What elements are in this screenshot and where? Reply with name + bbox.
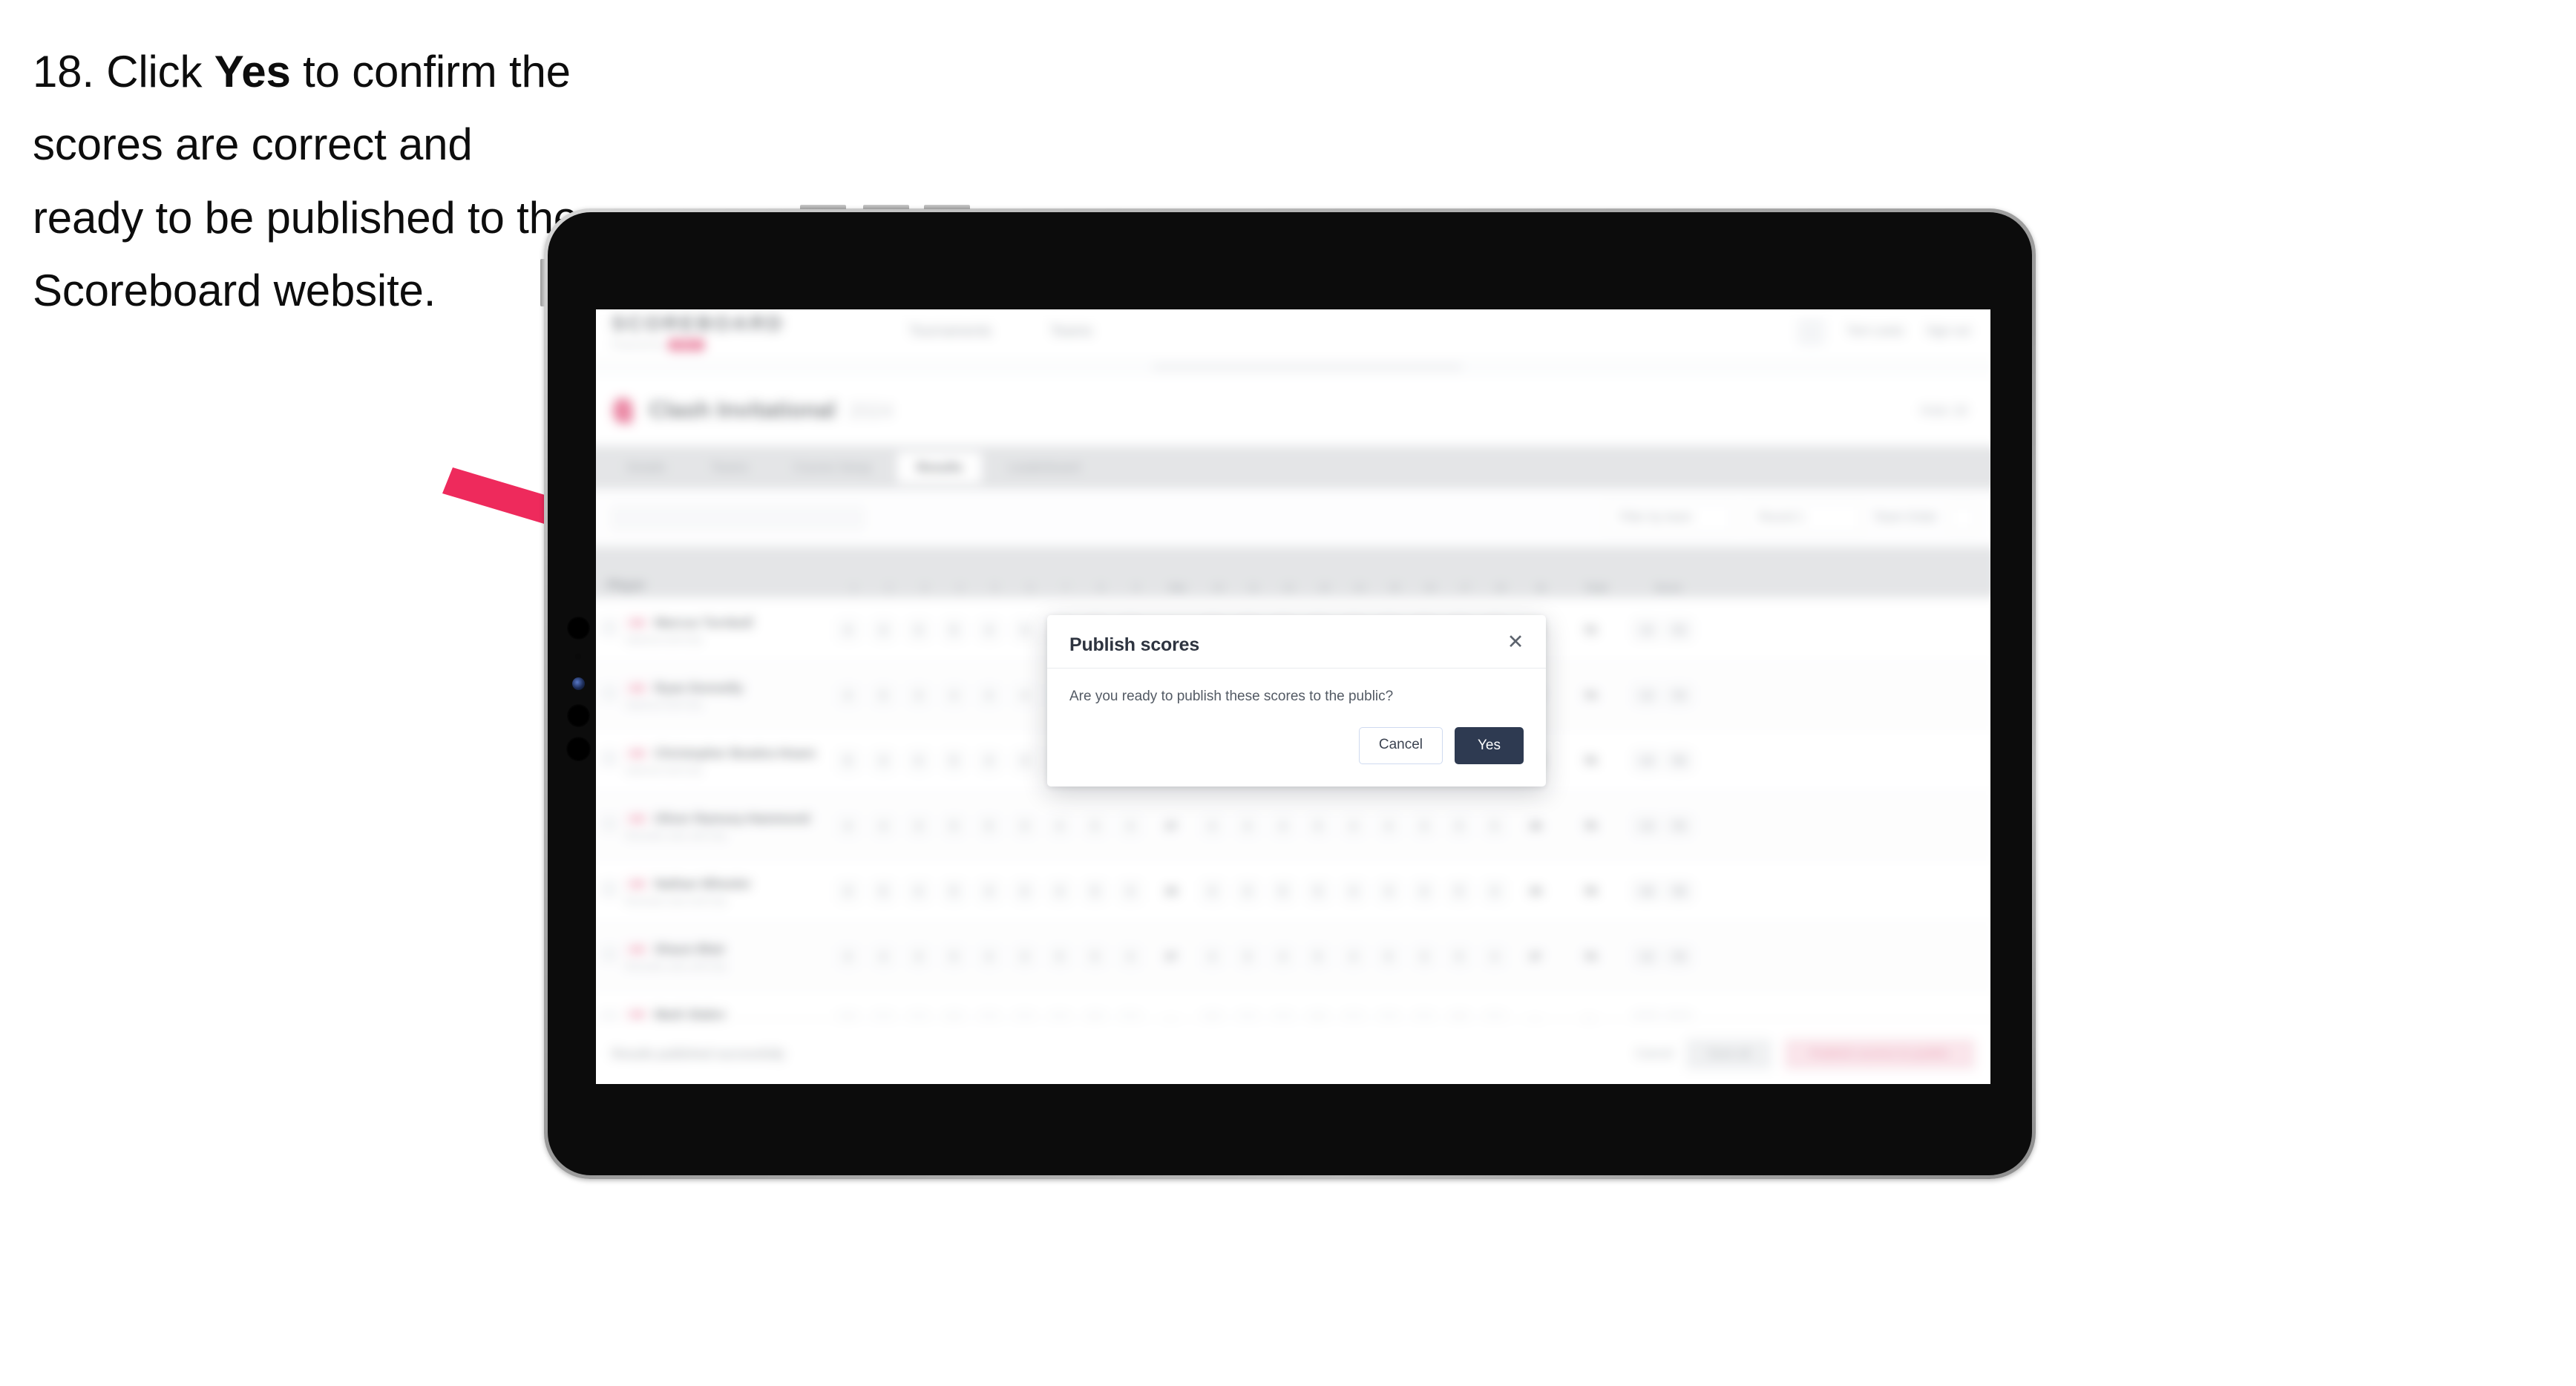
modal-layer: Publish scores ✕ Are you ready to publis… <box>596 309 1990 1084</box>
cancel-button[interactable]: Cancel <box>1358 727 1443 764</box>
camera-lens-icon <box>567 704 590 727</box>
instruction-text: 18. Click Yes to confirm the scores are … <box>33 36 582 328</box>
device-top-button-1[interactable] <box>800 205 846 209</box>
dialog-title: Publish scores <box>1069 634 1200 655</box>
step-number: 18. <box>33 47 94 96</box>
tablet-device: SCOREBOARD Powered by GOLF Tournaments T… <box>540 205 2036 1179</box>
flash-icon <box>572 677 585 690</box>
camera-lens-icon <box>567 617 590 640</box>
device-top-button-2[interactable] <box>863 205 909 209</box>
microphone-icon <box>575 654 581 660</box>
camera-lens-icon <box>566 737 591 761</box>
dialog-footer: Cancel Yes <box>1047 711 1546 786</box>
tablet-bezel: SCOREBOARD Powered by GOLF Tournaments T… <box>548 212 2032 1175</box>
yes-button[interactable]: Yes <box>1455 727 1524 764</box>
dialog-message: Are you ready to publish these scores to… <box>1069 689 1394 704</box>
camera-cluster <box>566 617 592 787</box>
instruction-emphasis: Yes <box>214 47 291 96</box>
device-power-button[interactable] <box>540 259 545 306</box>
instruction-text-before: Click <box>106 47 203 96</box>
publish-scores-dialog: Publish scores ✕ Are you ready to publis… <box>1047 615 1546 786</box>
dialog-header: Publish scores ✕ <box>1047 615 1546 669</box>
device-top-button-3[interactable] <box>924 205 970 209</box>
tablet-screen: SCOREBOARD Powered by GOLF Tournaments T… <box>596 309 1990 1084</box>
close-icon[interactable]: ✕ <box>1505 631 1526 652</box>
